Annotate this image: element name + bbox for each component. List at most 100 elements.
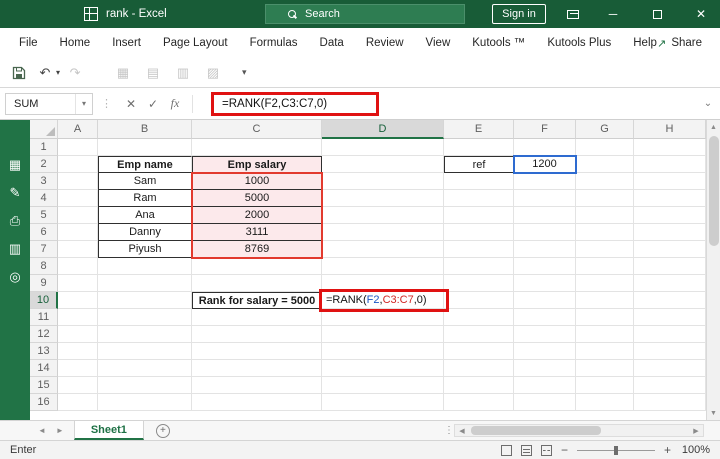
row-header-1[interactable]: 1 xyxy=(30,139,58,156)
row-header-3[interactable]: 3 xyxy=(30,173,58,190)
ribbon-tab-view[interactable]: View xyxy=(415,28,462,58)
cell-H9[interactable] xyxy=(634,275,706,292)
customize-qat-icon[interactable]: ▾ xyxy=(242,67,247,78)
cell-F7[interactable] xyxy=(514,241,576,258)
formula-input[interactable]: =RANK(F2,C3:C7,0) xyxy=(199,91,696,116)
ribbon-tab-page-layout[interactable]: Page Layout xyxy=(152,28,239,58)
row-header-14[interactable]: 14 xyxy=(30,360,58,377)
cell-B14[interactable] xyxy=(98,360,192,377)
cell-F3[interactable] xyxy=(514,173,576,190)
share-button[interactable]: ↗ Share xyxy=(649,28,710,58)
cell-H12[interactable] xyxy=(634,326,706,343)
cell-F5[interactable] xyxy=(514,207,576,224)
cell-F14[interactable] xyxy=(514,360,576,377)
insert-function-icon[interactable]: fx xyxy=(164,93,186,115)
cell-H11[interactable] xyxy=(634,309,706,326)
minimize-button[interactable]: ─ xyxy=(598,0,628,28)
cell-A8[interactable] xyxy=(58,258,98,275)
cell-B3[interactable]: Sam xyxy=(98,173,192,190)
column-header-G[interactable]: G xyxy=(576,120,634,139)
cell-A6[interactable] xyxy=(58,224,98,241)
cell-C12[interactable] xyxy=(192,326,322,343)
cell-H7[interactable] xyxy=(634,241,706,258)
cell-E5[interactable] xyxy=(444,207,514,224)
cell-E10[interactable] xyxy=(444,292,514,309)
cell-B11[interactable] xyxy=(98,309,192,326)
cell-D2[interactable] xyxy=(322,156,444,173)
column-header-E[interactable]: E xyxy=(444,120,514,139)
normal-view-icon[interactable] xyxy=(500,444,512,456)
cell-E14[interactable] xyxy=(444,360,514,377)
cell-G16[interactable] xyxy=(576,394,634,411)
cell-F13[interactable] xyxy=(514,343,576,360)
cell-C9[interactable] xyxy=(192,275,322,292)
cell-A2[interactable] xyxy=(58,156,98,173)
new-sheet-icon[interactable]: + xyxy=(155,423,170,438)
scroll-right-icon[interactable]: ▶ xyxy=(689,427,703,435)
maximize-button[interactable] xyxy=(642,0,672,28)
cell-C4[interactable]: 5000 xyxy=(192,190,322,207)
column-header-D[interactable]: D xyxy=(322,120,444,139)
cell-E11[interactable] xyxy=(444,309,514,326)
name-box-resize-handle[interactable]: ⋮ xyxy=(101,97,112,110)
row-header-15[interactable]: 15 xyxy=(30,377,58,394)
column-header-F[interactable]: F xyxy=(514,120,576,139)
cell-B2[interactable]: Emp name xyxy=(98,156,192,173)
cell-C3[interactable]: 1000 xyxy=(192,173,322,190)
zoom-out-icon[interactable]: − xyxy=(561,443,568,457)
cell-A11[interactable] xyxy=(58,309,98,326)
grid-icon[interactable]: ▥ xyxy=(9,242,21,255)
cell-H13[interactable] xyxy=(634,343,706,360)
cell-G14[interactable] xyxy=(576,360,634,377)
cell-D15[interactable] xyxy=(322,377,444,394)
cell-H2[interactable] xyxy=(634,156,706,173)
row-header-2[interactable]: 2 xyxy=(30,156,58,173)
cell-F11[interactable] xyxy=(514,309,576,326)
cell-F15[interactable] xyxy=(514,377,576,394)
row-header-16[interactable]: 16 xyxy=(30,394,58,411)
cell-C15[interactable] xyxy=(192,377,322,394)
cell-G6[interactable] xyxy=(576,224,634,241)
cell-C8[interactable] xyxy=(192,258,322,275)
cell-D4[interactable] xyxy=(322,190,444,207)
cell-E15[interactable] xyxy=(444,377,514,394)
cell-F9[interactable] xyxy=(514,275,576,292)
cell-D9[interactable] xyxy=(322,275,444,292)
cell-E9[interactable] xyxy=(444,275,514,292)
cell-F1[interactable] xyxy=(514,139,576,156)
cell-E13[interactable] xyxy=(444,343,514,360)
cell-C14[interactable] xyxy=(192,360,322,377)
cell-C11[interactable] xyxy=(192,309,322,326)
cell-H8[interactable] xyxy=(634,258,706,275)
cell-D8[interactable] xyxy=(322,258,444,275)
cell-B7[interactable]: Piyush xyxy=(98,241,192,258)
zoom-slider[interactable] xyxy=(576,445,655,456)
horizontal-scrollbar[interactable]: ◀ ▶ xyxy=(454,424,704,437)
cell-C2[interactable]: Emp salary xyxy=(192,156,322,173)
cell-D7[interactable] xyxy=(322,241,444,258)
row-header-10[interactable]: 10 xyxy=(30,292,58,309)
cell-C7[interactable]: 8769 xyxy=(192,241,322,258)
printer-icon[interactable]: ⎙ xyxy=(10,214,20,227)
ribbon-tab-file[interactable]: File xyxy=(8,28,49,58)
row-header-6[interactable]: 6 xyxy=(30,224,58,241)
cell-D3[interactable] xyxy=(322,173,444,190)
zoom-level[interactable]: 100% xyxy=(680,444,710,456)
cell-H10[interactable] xyxy=(634,292,706,309)
undo-icon[interactable]: ↶ xyxy=(34,62,56,84)
cell-E1[interactable] xyxy=(444,139,514,156)
cell-D12[interactable] xyxy=(322,326,444,343)
cell-D10[interactable]: =RANK(F2, C3:C7,0) xyxy=(322,292,444,309)
search-box[interactable]: Search xyxy=(265,4,465,24)
cell-B4[interactable]: Ram xyxy=(98,190,192,207)
column-header-B[interactable]: B xyxy=(98,120,192,139)
scroll-down-icon[interactable]: ▼ xyxy=(707,406,720,420)
cell-A10[interactable] xyxy=(58,292,98,309)
row-header-12[interactable]: 12 xyxy=(30,326,58,343)
cell-B9[interactable] xyxy=(98,275,192,292)
save-icon[interactable] xyxy=(8,62,30,84)
cell-A16[interactable] xyxy=(58,394,98,411)
cell-D6[interactable] xyxy=(322,224,444,241)
row-header-4[interactable]: 4 xyxy=(30,190,58,207)
cell-B1[interactable] xyxy=(98,139,192,156)
